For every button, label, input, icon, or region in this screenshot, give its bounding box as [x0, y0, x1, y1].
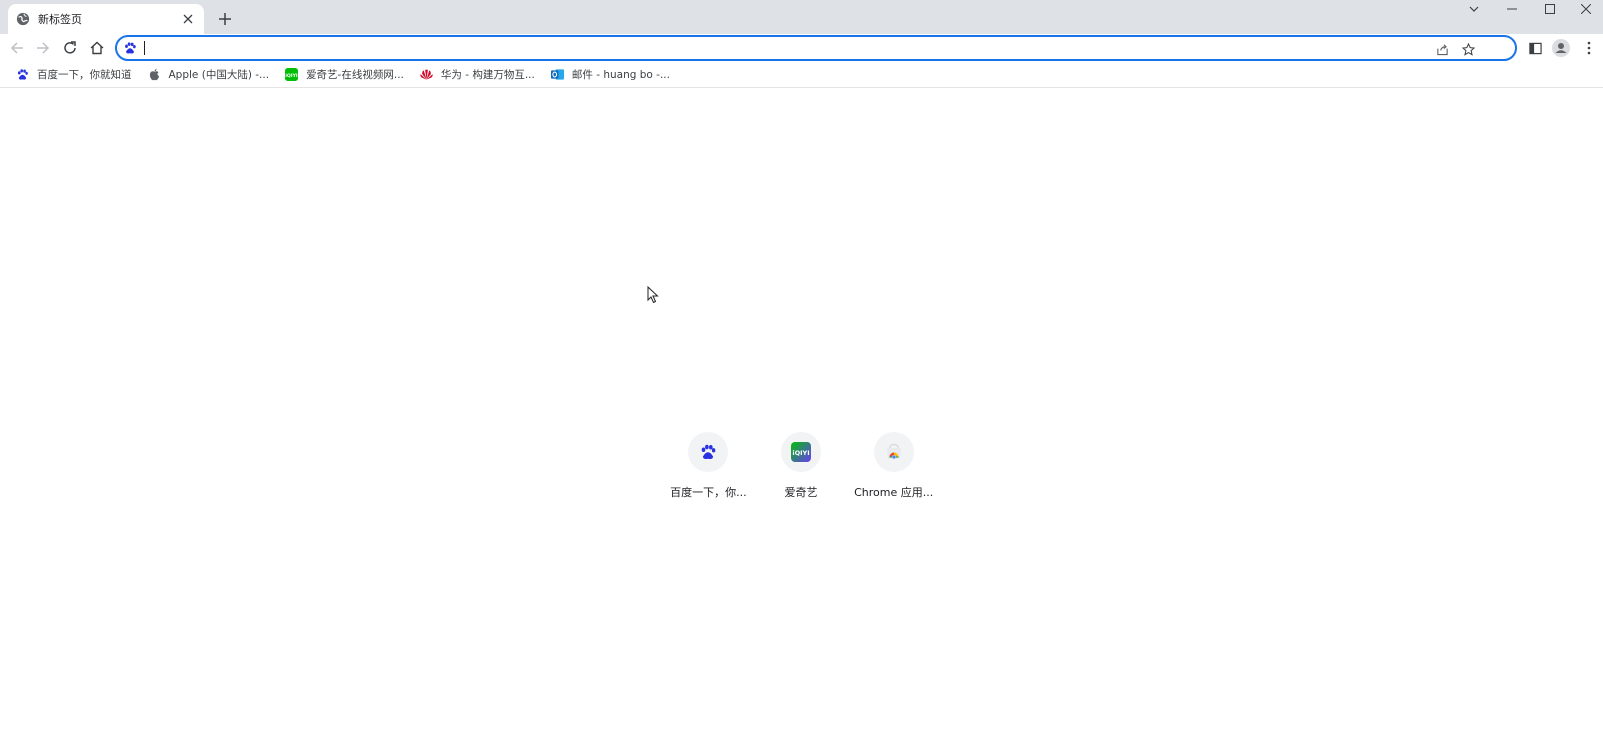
star-icon [1461, 42, 1475, 56]
tab-title: 新标签页 [38, 13, 82, 26]
chevron-down-icon [1469, 6, 1479, 12]
text-caret [144, 41, 145, 55]
baidu-paw-icon [16, 68, 29, 81]
mouse-cursor-icon [647, 286, 659, 304]
tab-search-button[interactable] [1456, 0, 1492, 18]
ntp-shortcuts: 百度一下，你... iQIYI 爱奇艺 Chrome 应用... [662, 432, 940, 512]
toolbar [0, 34, 1603, 62]
baidu-paw-icon [125, 42, 136, 54]
outlook-icon [550, 68, 564, 81]
reload-button[interactable] [58, 36, 82, 60]
bookmark-label: 邮件 - huang bo -... [571, 69, 670, 81]
baidu-paw-icon [702, 444, 716, 460]
bookmark-apple[interactable]: Apple (中国大陆) -... [142, 64, 276, 86]
reload-icon [64, 41, 76, 54]
chrome-web-store-icon [886, 443, 901, 459]
bookmark-label: 百度一下，你就知道 [37, 69, 132, 81]
forward-button[interactable] [31, 36, 55, 60]
profile-button[interactable] [1549, 36, 1573, 60]
svg-text:iQIYI: iQIYI [285, 73, 298, 79]
iqiyi-icon: iQIYI [285, 68, 299, 81]
apple-icon [148, 68, 161, 81]
shortcut-label: 百度一下，你... [670, 486, 747, 499]
plus-icon [219, 13, 231, 25]
bookmarks-bar: 百度一下，你就知道 Apple (中国大陆) -... iQIYI 爱奇艺-在线… [0, 62, 1603, 88]
tab-strip: 新标签页 [0, 0, 1603, 34]
back-arrow-icon [10, 42, 23, 54]
bookmark-outlook-mail[interactable]: 邮件 - huang bo -... [545, 64, 676, 86]
minimize-button[interactable] [1494, 0, 1530, 18]
shortcut-label: Chrome 应用... [854, 486, 934, 499]
svg-text:iQIYI: iQIYI [792, 449, 809, 457]
address-input[interactable] [141, 39, 1441, 57]
maximize-button[interactable] [1532, 0, 1568, 18]
avatar-icon [1552, 39, 1570, 57]
bookmark-iqiyi[interactable]: iQIYI 爱奇艺-在线视频网... [279, 64, 410, 86]
bookmark-label: 华为 - 构建万物互... [440, 69, 535, 81]
huawei-icon [420, 68, 433, 81]
side-panel-icon [1528, 42, 1542, 54]
shortcut-label: 爱奇艺 [784, 486, 818, 499]
maximize-icon [1545, 4, 1555, 14]
side-panel-button[interactable] [1523, 36, 1547, 60]
shortcut-chrome-web-store[interactable]: Chrome 应用... [847, 432, 940, 512]
new-tab-button[interactable] [214, 8, 236, 30]
shortcut-baidu[interactable]: 百度一下，你... [662, 432, 755, 512]
shortcut-icon-circle [873, 432, 914, 472]
bookmark-baidu[interactable]: 百度一下，你就知道 [10, 64, 138, 86]
share-icon [1436, 43, 1448, 55]
bookmark-label: 爱奇艺-在线视频网... [306, 69, 404, 81]
shortcut-icon-circle: iQIYI [781, 432, 821, 472]
close-icon [183, 14, 193, 24]
tab-close-button[interactable] [180, 11, 196, 27]
shortcut-icon-circle [688, 432, 729, 472]
close-icon [1581, 4, 1591, 14]
minimize-icon [1507, 8, 1517, 10]
window-close-button[interactable] [1568, 0, 1603, 18]
iqiyi-icon: iQIYI [791, 442, 811, 462]
address-bar[interactable] [115, 35, 1517, 61]
back-button[interactable] [5, 36, 29, 60]
home-icon [90, 41, 104, 55]
globe-icon [16, 12, 30, 26]
more-vertical-icon [1587, 41, 1591, 55]
home-button[interactable] [85, 36, 109, 60]
forward-arrow-icon [37, 42, 50, 54]
shortcut-iqiyi[interactable]: iQIYI 爱奇艺 [755, 432, 848, 512]
menu-button[interactable] [1577, 36, 1601, 60]
bookmark-star-button[interactable] [1459, 40, 1477, 58]
bookmark-label: Apple (中国大陆) -... [168, 69, 270, 81]
bookmark-huawei[interactable]: 华为 - 构建万物互... [414, 64, 541, 86]
share-button[interactable] [1433, 40, 1451, 58]
tab-new-tab[interactable]: 新标签页 [8, 4, 204, 34]
